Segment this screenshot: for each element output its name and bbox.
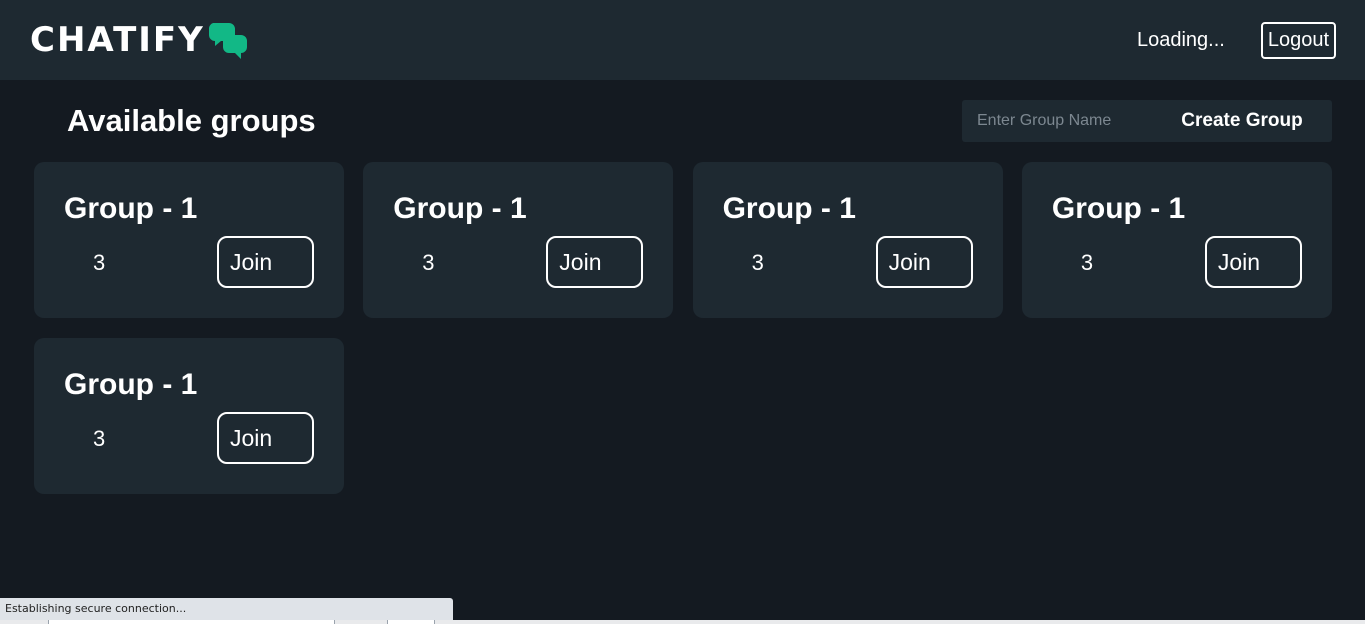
group-name: Group - 1 [64, 368, 198, 401]
create-group-button[interactable]: Create Group [1167, 100, 1317, 142]
group-member-count: 3 [93, 426, 106, 451]
join-button[interactable]: Join [1204, 236, 1302, 288]
group-card: Group - 1 3 Join [34, 162, 344, 318]
taskbar-strip [0, 620, 1365, 624]
app-logo[interactable]: CHATIFY [30, 18, 249, 62]
taskbar-item[interactable] [387, 620, 435, 624]
group-member-count: 3 [93, 250, 106, 275]
group-card: Group - 1 3 Join [692, 162, 1003, 318]
group-name-input[interactable] [962, 100, 1152, 142]
group-name: Group - 1 [722, 192, 856, 225]
logout-button[interactable]: Logout [1261, 22, 1336, 59]
chat-bubbles-icon [208, 23, 247, 59]
join-button[interactable]: Join [217, 236, 314, 288]
group-member-count: 3 [751, 250, 764, 275]
group-card: Group - 1 3 Join [34, 338, 344, 494]
group-member-count: 3 [1080, 250, 1094, 275]
group-card: Group - 1 3 Join [363, 162, 674, 318]
group-name: Group - 1 [1051, 192, 1186, 225]
taskbar-item[interactable] [48, 620, 335, 624]
page-title: Available groups [67, 103, 316, 138]
group-name: Group - 1 [393, 192, 527, 225]
group-list: Group - 1 3 Join Group - 1 3 Join Group … [34, 162, 1332, 494]
group-name: Group - 1 [64, 192, 198, 225]
loading-status: Loading... [1137, 29, 1225, 51]
logo-text: CHATIFY [30, 20, 205, 60]
create-group-form: Create Group [962, 100, 1332, 142]
top-navbar: CHATIFY Loading... Logout [0, 0, 1365, 80]
group-card: Group - 1 3 Join [1021, 162, 1332, 318]
join-button[interactable]: Join [546, 236, 644, 288]
join-button[interactable]: Join [217, 412, 314, 464]
join-button[interactable]: Join [875, 236, 973, 288]
browser-status-bar: Establishing secure connection... [0, 598, 453, 620]
group-member-count: 3 [422, 250, 435, 275]
